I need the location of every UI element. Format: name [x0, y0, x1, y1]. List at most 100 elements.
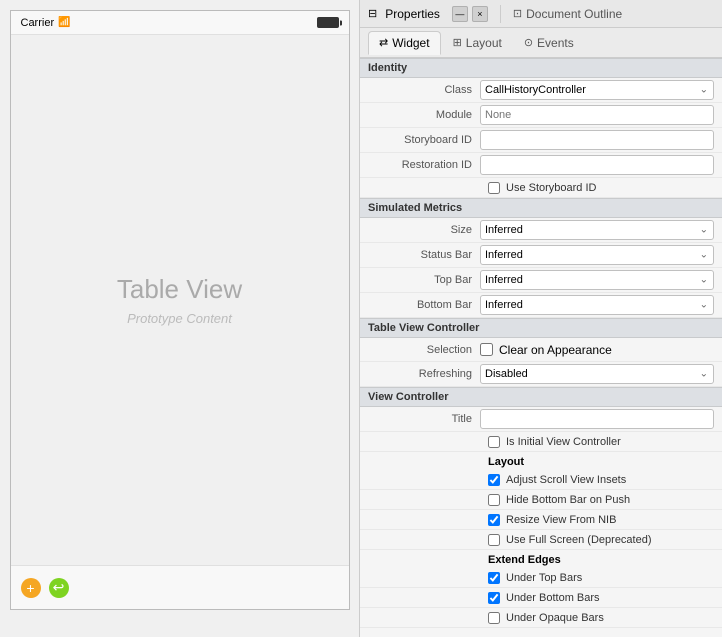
restoration-id-row: Restoration ID — [360, 153, 722, 178]
module-input[interactable] — [480, 105, 714, 125]
events-tab-icon: ⊙ — [524, 36, 533, 49]
full-screen-row: Use Full Screen (Deprecated) — [360, 530, 722, 550]
events-tab-label: Events — [537, 36, 574, 50]
size-select[interactable]: Inferred — [480, 220, 714, 240]
resize-view-label: Resize View From NIB — [506, 514, 616, 526]
refreshing-select-wrapper: Disabled — [480, 364, 722, 384]
vc-title-input[interactable] — [480, 409, 714, 429]
is-initial-checkbox[interactable] — [488, 436, 500, 448]
vc-section-header: View Controller — [360, 387, 722, 407]
battery-icon — [317, 17, 339, 28]
bottom-bar-select-wrapper: Inferred — [480, 295, 722, 315]
bottom-bar-row: Bottom Bar Inferred — [360, 293, 722, 318]
clear-on-appearance-label: Clear on Appearance — [499, 343, 612, 357]
panel-controls: — × — [452, 6, 488, 22]
use-storyboard-row: Use Storyboard ID — [360, 178, 722, 198]
refreshing-select[interactable]: Disabled — [480, 364, 714, 384]
doc-outline-label: Document Outline — [526, 7, 622, 21]
clear-on-appearance-checkbox[interactable] — [480, 343, 493, 356]
tab-bar: ⇄ Widget ⊞ Layout ⊙ Events — [360, 28, 722, 58]
full-screen-label: Use Full Screen (Deprecated) — [506, 534, 652, 546]
use-storyboard-checkbox[interactable] — [488, 182, 500, 194]
under-bottom-row: Under Bottom Bars — [360, 588, 722, 608]
resize-view-row: Resize View From NIB — [360, 510, 722, 530]
resize-view-checkbox[interactable] — [488, 514, 500, 526]
class-row: Class CallHistoryController — [360, 78, 722, 103]
status-bar-label: Status Bar — [360, 249, 480, 261]
top-bar-label: Top Bar — [360, 274, 480, 286]
storyboard-id-row: Storyboard ID — [360, 128, 722, 153]
table-view-label: Table View — [117, 274, 242, 305]
selection-label: Selection — [360, 344, 480, 356]
is-initial-row: Is Initial View Controller — [360, 432, 722, 452]
refreshing-label: Refreshing — [360, 368, 480, 380]
is-initial-label: Is Initial View Controller — [506, 436, 621, 448]
class-select[interactable]: CallHistoryController — [480, 80, 714, 100]
status-bar-row: Status Bar Inferred — [360, 243, 722, 268]
hide-bottom-label: Hide Bottom Bar on Push — [506, 494, 630, 506]
refreshing-row: Refreshing Disabled — [360, 362, 722, 387]
collapse-button[interactable]: — — [452, 6, 468, 22]
widget-tab-label: Widget — [392, 36, 429, 50]
full-screen-checkbox[interactable] — [488, 534, 500, 546]
status-left: Carrier 📶 — [21, 17, 71, 29]
size-label: Size — [360, 224, 480, 236]
properties-title: Properties — [385, 7, 440, 21]
tab-layout[interactable]: ⊞ Layout — [443, 32, 512, 54]
header-divider — [500, 5, 501, 23]
under-bottom-label: Under Bottom Bars — [506, 592, 600, 604]
under-bottom-checkbox[interactable] — [488, 592, 500, 604]
selection-value: Clear on Appearance — [480, 343, 722, 357]
top-bar-select[interactable]: Inferred — [480, 270, 714, 290]
class-select-wrapper: CallHistoryController — [480, 80, 722, 100]
use-storyboard-label: Use Storyboard ID — [506, 182, 596, 194]
layout-subsection-label: Layout — [360, 452, 722, 470]
title-row: Title — [360, 407, 722, 432]
properties-icon: ⊟ — [368, 7, 377, 20]
hide-bottom-row: Hide Bottom Bar on Push — [360, 490, 722, 510]
ios-bottom-bar: + ↩ — [11, 565, 349, 609]
status-right — [317, 17, 339, 28]
storyboard-id-input[interactable] — [480, 130, 714, 150]
restoration-id-input[interactable] — [480, 155, 714, 175]
tab-widget[interactable]: ⇄ Widget — [368, 31, 441, 55]
under-opaque-row: Under Opaque Bars — [360, 608, 722, 628]
adjust-scroll-row: Adjust Scroll View Insets — [360, 470, 722, 490]
tab-events[interactable]: ⊙ Events — [514, 32, 584, 54]
identity-section-header: Identity — [360, 58, 722, 78]
hide-bottom-checkbox[interactable] — [488, 494, 500, 506]
panel-header: ⊟ Properties — × ⊡ Document Outline — [360, 0, 722, 28]
restoration-id-label: Restoration ID — [360, 159, 480, 171]
simulated-metrics-header: Simulated Metrics — [360, 198, 722, 218]
under-opaque-label: Under Opaque Bars — [506, 612, 604, 624]
vc-title-label: Title — [360, 413, 480, 425]
document-outline-section: ⊡ Document Outline — [513, 7, 622, 21]
selection-row: Selection Clear on Appearance — [360, 338, 722, 362]
adjust-scroll-label: Adjust Scroll View Insets — [506, 474, 626, 486]
status-bar-select[interactable]: Inferred — [480, 245, 714, 265]
bottom-bar-label: Bottom Bar — [360, 299, 480, 311]
under-top-row: Under Top Bars — [360, 568, 722, 588]
close-button[interactable]: × — [472, 6, 488, 22]
simulator-panel: Carrier 📶 Table View Prototype Content +… — [0, 0, 360, 637]
under-opaque-checkbox[interactable] — [488, 612, 500, 624]
class-label: Class — [360, 84, 480, 96]
storyboard-id-label: Storyboard ID — [360, 134, 480, 146]
top-bar-row: Top Bar Inferred — [360, 268, 722, 293]
bottom-bar-select[interactable]: Inferred — [480, 295, 714, 315]
tvc-section-header: Table View Controller — [360, 318, 722, 338]
properties-panel: ⊟ Properties — × ⊡ Document Outline ⇄ Wi… — [360, 0, 722, 637]
ios-status-bar: Carrier 📶 — [11, 11, 349, 35]
layout-tab-icon: ⊞ — [453, 36, 462, 49]
restoration-id-value — [480, 155, 722, 175]
size-row: Size Inferred — [360, 218, 722, 243]
ios-device: Carrier 📶 Table View Prototype Content +… — [10, 10, 350, 610]
storyboard-id-value — [480, 130, 722, 150]
adjust-scroll-checkbox[interactable] — [488, 474, 500, 486]
ios-table-view-content: Table View Prototype Content — [11, 35, 349, 565]
size-select-wrapper: Inferred — [480, 220, 722, 240]
under-top-checkbox[interactable] — [488, 572, 500, 584]
green-button[interactable]: ↩ — [49, 578, 69, 598]
status-bar-select-wrapper: Inferred — [480, 245, 722, 265]
yellow-button[interactable]: + — [21, 578, 41, 598]
